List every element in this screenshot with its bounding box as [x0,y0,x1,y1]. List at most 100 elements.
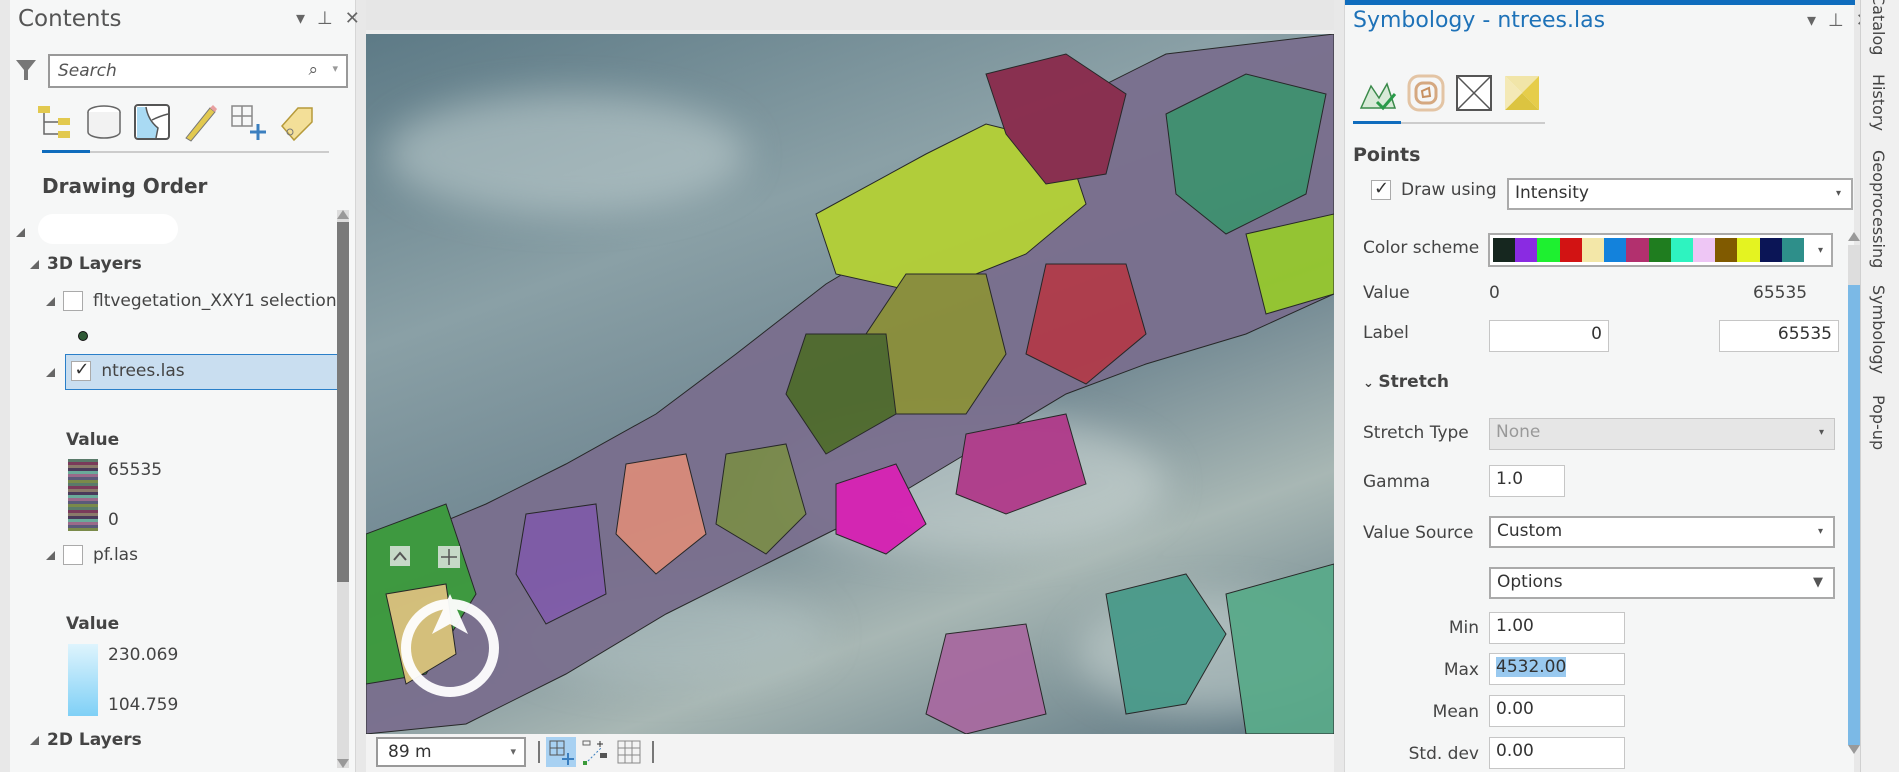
legend-min-label: 0 [108,510,119,530]
triangle-edges-icon[interactable] [1455,74,1493,112]
map-canvas[interactable] [366,34,1334,734]
value-label: Value [1363,283,1410,303]
layer-item-pf[interactable]: pf.las [46,545,138,565]
color-swatch [1604,238,1627,262]
explore-icon[interactable] [546,737,576,767]
side-tab-history[interactable]: History [1869,74,1888,131]
list-by-drawing-order-icon[interactable] [36,102,76,142]
min-input[interactable]: 1.00 [1489,612,1625,644]
symbology-title: Symbology - ntrees.las [1353,8,1606,33]
expand-icon[interactable] [30,736,39,745]
gamma-input[interactable]: 1.0 [1489,465,1565,497]
layer-item-fltvegetation[interactable]: fltvegetation_XXY1 selection [46,291,337,311]
list-by-data-source-icon[interactable] [84,102,124,142]
draw-using-dropdown[interactable]: Intensity ▾ [1507,178,1853,210]
list-by-snapping-icon[interactable] [228,102,268,142]
elevation-surface-icon[interactable] [1359,74,1397,112]
value-source-dropdown[interactable]: Custom ▾ [1489,516,1835,548]
draw-using-checkbox[interactable] [1371,178,1391,200]
chevron-down-icon[interactable]: ▾ [1836,188,1841,199]
map-view[interactable]: 89 m ▾ [366,0,1334,772]
scroll-down-icon[interactable] [337,759,349,768]
draw-using-label: Draw using [1401,180,1497,200]
contents-scrollbar[interactable] [337,210,349,768]
map-name-redacted [38,214,178,244]
scroll-up-icon[interactable] [1848,232,1860,241]
layer-label: ntrees.las [101,361,185,381]
scale-dropdown[interactable]: 89 m ▾ [376,737,526,767]
map-tab-strip [366,0,1334,30]
close-icon[interactable]: ✕ [345,8,360,29]
pin-icon[interactable]: ⊥ [1828,10,1844,31]
list-by-labeling-icon[interactable] [276,102,316,142]
legend-max-label: 230.069 [108,645,179,665]
color-scheme-label: Color scheme [1363,238,1480,258]
color-scheme-dropdown[interactable]: ▾ [1488,233,1833,267]
search-icon[interactable]: ⌕ [308,60,318,80]
group-2d-layers[interactable]: 2D Layers [30,730,142,750]
stddev-input[interactable]: 0.00 [1489,737,1625,769]
label-min-value: 0 [1591,324,1602,344]
max-value: 4532.00 [1496,657,1567,677]
legend-color-ramp [68,644,98,716]
contour-icon[interactable] [1407,74,1445,112]
chevron-down-icon[interactable]: ▾ [510,745,516,758]
layer-visibility-checkbox[interactable] [63,545,83,565]
filter-icon[interactable] [15,58,37,82]
chevron-down-icon: ⌄ [1363,376,1379,391]
pin-icon[interactable]: ⊥ [317,8,333,29]
stretch-heading: Stretch [1378,372,1450,392]
search-input[interactable]: Search ⌕ ▾ [48,54,348,88]
layer-label: pf.las [93,545,138,565]
scroll-thumb[interactable] [337,222,349,582]
expand-icon[interactable] [46,551,55,560]
color-swatch [1715,238,1738,262]
side-tab-geoprocessing[interactable]: Geoprocessing [1869,150,1888,268]
scroll-thumb[interactable] [1848,285,1860,745]
side-tab-catalog[interactable]: Catalog [1869,0,1888,55]
options-dropdown[interactable]: Options ▼ [1489,567,1835,599]
pane-menu-icon[interactable]: ▾ [296,8,305,29]
color-swatch [1581,238,1605,262]
stretch-section-toggle[interactable]: ⌄ Stretch [1363,372,1449,392]
scroll-down-icon[interactable] [1848,745,1860,754]
min-label: Min [1448,618,1479,638]
grid-icon[interactable] [614,737,644,767]
chevron-down-icon[interactable]: ▾ [1818,245,1823,256]
label-min-input[interactable]: 0 [1489,320,1609,352]
color-swatch [1626,238,1649,262]
stretch-type-dropdown: None ▾ [1489,418,1835,450]
side-tab-symbology[interactable]: Symbology [1869,285,1888,374]
expand-icon[interactable] [46,297,55,306]
label-max-input[interactable]: 65535 [1719,320,1839,352]
search-options-icon[interactable]: ▾ [332,62,338,75]
side-tab-popup[interactable]: Pop-up [1869,395,1888,450]
gamma-label: Gamma [1363,472,1431,492]
chevron-down-icon: ▾ [1818,427,1824,438]
snapping-icon[interactable] [580,737,610,767]
stddev-label: Std. dev [1408,744,1479,764]
face-icon[interactable] [1503,74,1541,112]
draw-using-value: Intensity [1515,183,1589,203]
color-swatch [1648,238,1671,262]
mean-input[interactable]: 0.00 [1489,695,1625,727]
expand-icon[interactable] [30,260,39,269]
draw-using-option[interactable]: Draw using [1371,178,1497,200]
symbology-scrollbar[interactable] [1848,232,1860,754]
scroll-up-icon[interactable] [337,210,349,219]
chevron-down-icon[interactable]: ▾ [1818,526,1823,537]
pane-menu-icon[interactable]: ▾ [1807,10,1816,31]
max-input[interactable]: 4532.00 [1489,653,1625,685]
layer-visibility-checkbox[interactable] [71,359,92,381]
chevron-down-icon[interactable]: ▼ [1813,575,1823,590]
map-node-toggle[interactable] [16,222,33,242]
list-by-selection-icon[interactable] [132,102,172,142]
side-tab-strip: Catalog History Geoprocessing Symbology … [1860,0,1899,772]
layer-item-ntrees[interactable]: ntrees.las [46,354,341,390]
color-swatch [1493,238,1516,262]
expand-icon[interactable] [46,368,55,377]
layer-visibility-checkbox[interactable] [63,291,83,311]
list-by-editing-icon[interactable] [180,102,220,142]
points-heading: Points [1353,144,1421,166]
group-3d-layers[interactable]: 3D Layers [30,254,142,274]
